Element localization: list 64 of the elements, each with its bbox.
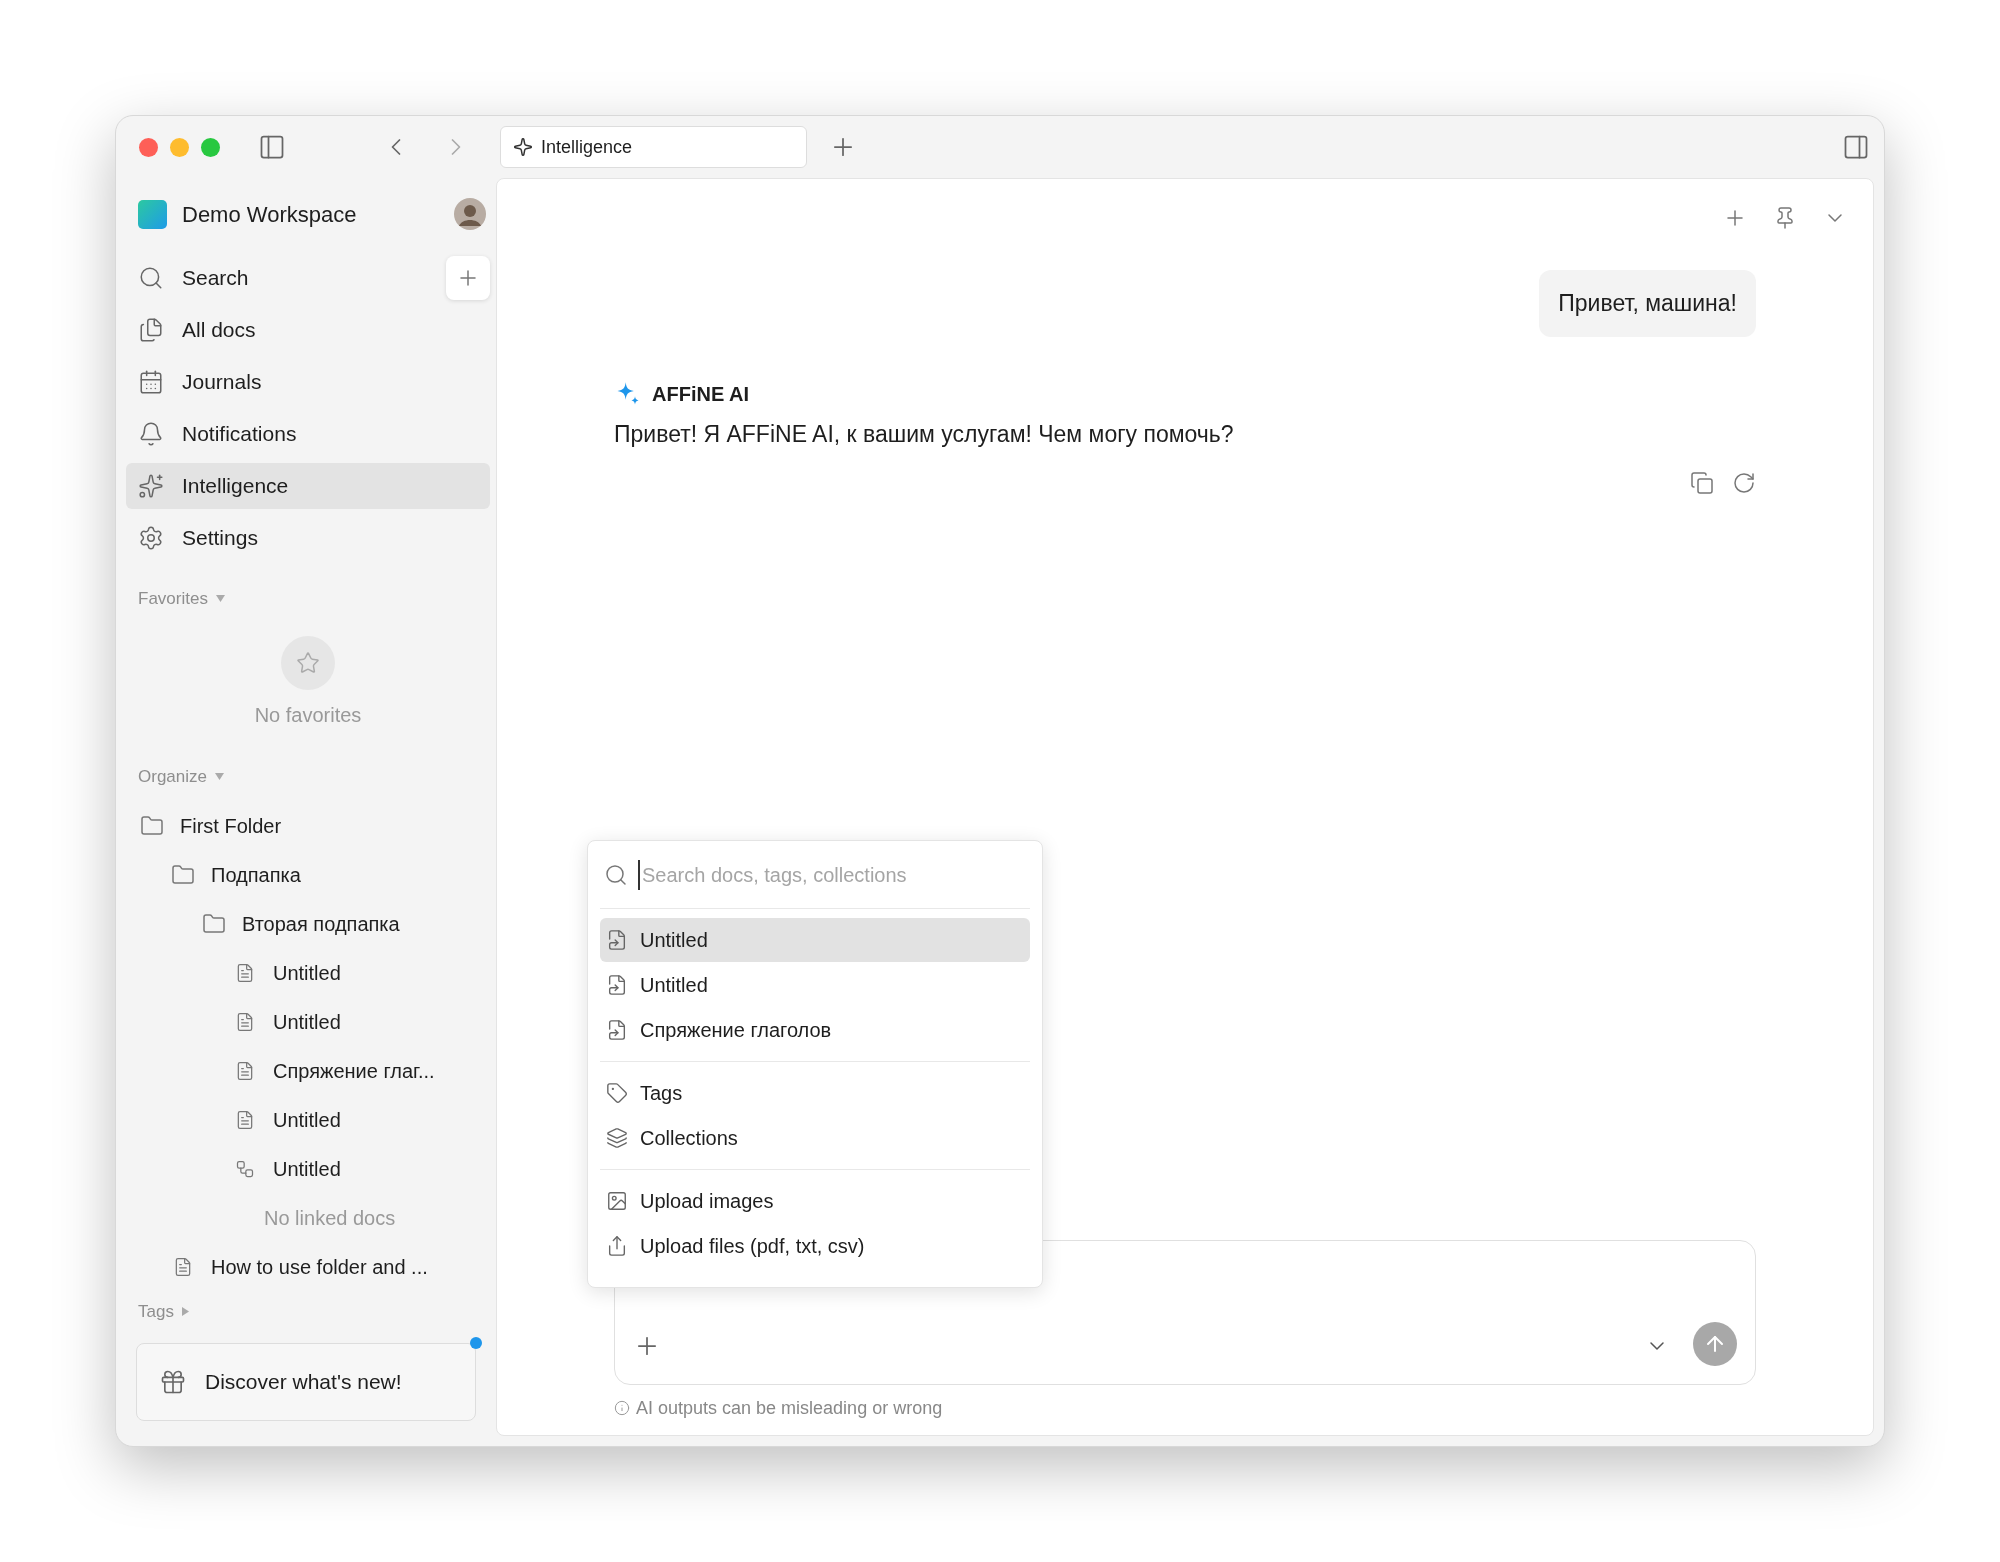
- zoom-window-button[interactable]: [201, 137, 220, 157]
- linked-doc-icon: [606, 929, 628, 951]
- documents-icon: [138, 317, 164, 343]
- workspace-logo: [138, 199, 167, 229]
- search-icon: [604, 862, 628, 887]
- caret-icon: [215, 772, 224, 780]
- tag-icon: [606, 1082, 628, 1104]
- assistant-message: Привет! Я AFFiNE AI, к вашим услугам! Чем могу помочь?: [614, 419, 1235, 449]
- info-icon: [614, 1400, 630, 1416]
- tree-item[interactable]: First Folder: [126, 801, 490, 850]
- retry-icon[interactable]: [1732, 471, 1756, 495]
- nav-item[interactable]: Notifications: [126, 411, 490, 457]
- settings-icon: [138, 525, 164, 551]
- document-icon: [173, 1256, 193, 1277]
- send-button[interactable]: [1693, 1322, 1737, 1366]
- empty-message: No favorites: [254, 702, 362, 728]
- document-icon: [235, 962, 255, 983]
- document-icon: [235, 1060, 255, 1081]
- image-icon: [606, 1190, 628, 1212]
- search-icon: [138, 265, 164, 291]
- assistant-name: AFFiNE AI: [652, 381, 750, 407]
- folder-icon: [171, 862, 195, 887]
- avatar[interactable]: [454, 198, 486, 230]
- document-icon: [235, 1011, 255, 1032]
- sparkle-icon: [513, 137, 533, 157]
- search-field[interactable]: Search docs, tags, collections: [638, 859, 1026, 890]
- new-doc-button[interactable]: [446, 256, 490, 300]
- tree-item[interactable]: Вторая подпапка: [126, 899, 490, 948]
- edgeless-icon: [235, 1158, 255, 1179]
- sidebar-toggle-icon[interactable]: [258, 133, 286, 161]
- nav-item[interactable]: Intelligence: [126, 463, 490, 509]
- tree-item[interactable]: Untitled: [126, 997, 490, 1046]
- linked-doc-icon: [606, 1019, 628, 1041]
- close-window-button[interactable]: [139, 137, 158, 157]
- tree-item[interactable]: Untitled: [126, 1144, 490, 1193]
- folder-icon: [140, 813, 164, 838]
- nav-item[interactable]: Journals: [126, 359, 490, 405]
- tree-item[interactable]: How to use folder and ...: [126, 1242, 490, 1291]
- menu-item[interactable]: Untitled: [600, 918, 1030, 962]
- tree-item[interactable]: Untitled: [126, 948, 490, 997]
- user-message: Привет, машина!: [1539, 270, 1756, 337]
- sparkle-icon: [138, 473, 164, 499]
- caret-icon: [181, 1307, 189, 1317]
- calendar-icon: [138, 369, 164, 395]
- collection-icon: [606, 1127, 628, 1149]
- document-icon: [235, 1109, 255, 1130]
- folder-icon: [202, 911, 226, 936]
- nav-item[interactable]: Search: [126, 255, 446, 301]
- upload-icon: [606, 1235, 628, 1257]
- tree-item[interactable]: Untitled: [126, 1095, 490, 1144]
- nav-item[interactable]: All docs: [126, 307, 490, 353]
- discover-button[interactable]: Discover what's new!: [136, 1342, 476, 1421]
- workspace-name[interactable]: Demo Workspace: [182, 197, 357, 231]
- caret-icon: [215, 595, 225, 603]
- linked-doc-icon: [606, 974, 628, 996]
- disclaimer-text: AI outputs can be misleading or wrong: [636, 1396, 943, 1420]
- tab[interactable]: Intelligence: [500, 126, 807, 168]
- right-panel-toggle-icon[interactable]: [1842, 133, 1870, 161]
- empty-message: No linked docs: [264, 1205, 396, 1231]
- tree-item[interactable]: Подпапка: [126, 850, 490, 899]
- nav-item[interactable]: Settings: [126, 515, 490, 561]
- copy-icon[interactable]: [1690, 471, 1714, 495]
- bell-icon: [138, 421, 164, 447]
- tree-item[interactable]: Спряжение глаг...: [126, 1046, 490, 1095]
